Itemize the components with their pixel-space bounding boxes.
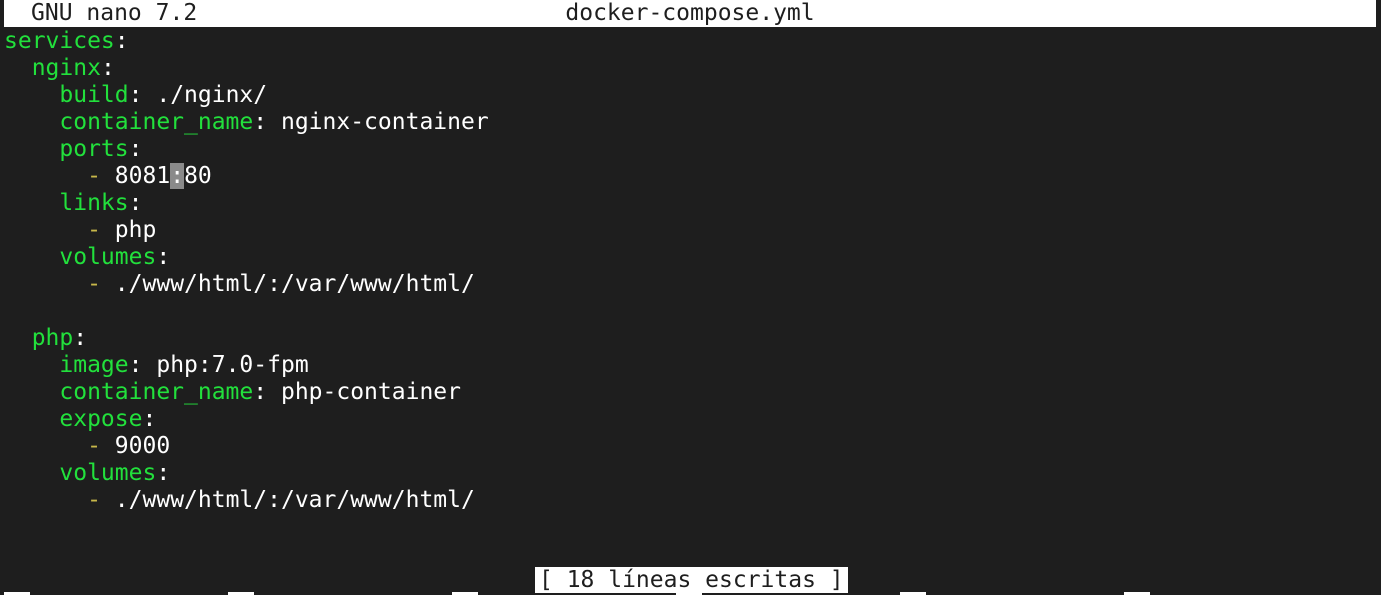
- editor-text-area[interactable]: services: nginx: build: ./nginx/ contain…: [4, 28, 1376, 514]
- yaml-colon: :: [100, 55, 115, 81]
- yaml-key: ports: [59, 136, 129, 162]
- editor-line[interactable]: container_name: nginx-container: [4, 109, 1376, 136]
- yaml-list-dash: -: [87, 163, 101, 189]
- editor-line[interactable]: php:: [4, 325, 1376, 352]
- yaml-key: image: [59, 352, 129, 378]
- yaml-key: nginx: [31, 55, 101, 81]
- editor-line[interactable]: - 8081:80: [4, 163, 1376, 190]
- yaml-key: php: [31, 325, 74, 351]
- yaml-key: services: [4, 28, 115, 54]
- yaml-colon: :: [128, 352, 143, 378]
- yaml-key: container_name: [59, 379, 254, 405]
- yaml-key: container_name: [59, 109, 254, 135]
- yaml-colon: :: [114, 28, 129, 54]
- yaml-key: expose: [59, 406, 143, 432]
- yaml-colon: :: [73, 325, 88, 351]
- editor-line[interactable]: volumes:: [4, 460, 1376, 487]
- yaml-value: 8081: [100, 163, 171, 189]
- editor-line[interactable]: - ./www/html/:/var/www/html/: [4, 271, 1376, 298]
- text-cursor: :: [170, 163, 185, 189]
- editor-line[interactable]: - 9000: [4, 433, 1376, 460]
- yaml-value: 9000: [100, 433, 171, 459]
- yaml-value: nginx-container: [267, 109, 489, 135]
- yaml-colon: :: [128, 82, 143, 108]
- yaml-colon: :: [253, 109, 268, 135]
- yaml-key: build: [59, 82, 129, 108]
- yaml-colon: :: [128, 190, 143, 216]
- yaml-value: ./www/html/:/var/www/html/: [100, 271, 475, 297]
- yaml-list-dash: -: [87, 487, 101, 513]
- editor-line[interactable]: - ./www/html/:/var/www/html/: [4, 487, 1376, 514]
- editor-line[interactable]: ports:: [4, 136, 1376, 163]
- yaml-value: ./www/html/:/var/www/html/: [100, 487, 475, 513]
- yaml-colon: :: [142, 406, 157, 432]
- yaml-colon: :: [128, 136, 143, 162]
- yaml-key: links: [59, 190, 129, 216]
- yaml-key: volumes: [59, 244, 157, 270]
- editor-line[interactable]: nginx:: [4, 55, 1376, 82]
- editor-line[interactable]: services:: [4, 28, 1376, 55]
- editor-line[interactable]: build: ./nginx/: [4, 82, 1376, 109]
- editor-line[interactable]: [4, 298, 1376, 325]
- file-name: docker-compose.yml: [565, 0, 815, 26]
- yaml-value: ./nginx/: [142, 82, 268, 108]
- editor-line[interactable]: image: php:7.0-fpm: [4, 352, 1376, 379]
- yaml-list-dash: -: [87, 433, 101, 459]
- yaml-key: volumes: [59, 460, 157, 486]
- editor-line[interactable]: volumes:: [4, 244, 1376, 271]
- editor-line[interactable]: container_name: php-container: [4, 379, 1376, 406]
- yaml-value-rest: 80: [184, 163, 212, 189]
- yaml-colon: :: [156, 244, 171, 270]
- yaml-list-dash: -: [87, 271, 101, 297]
- editor-line[interactable]: links:: [4, 190, 1376, 217]
- title-bar: GNU nano 7.2 docker-compose.yml: [4, 0, 1376, 27]
- status-message: [ 18 líneas escritas ]: [535, 567, 848, 593]
- editor-line[interactable]: expose:: [4, 406, 1376, 433]
- yaml-colon: :: [253, 379, 268, 405]
- yaml-list-dash: -: [87, 217, 101, 243]
- editor-line[interactable]: - php: [4, 217, 1376, 244]
- yaml-value: php: [100, 217, 157, 243]
- yaml-colon: :: [156, 460, 171, 486]
- yaml-value: php:7.0-fpm: [142, 352, 309, 378]
- yaml-value: php-container: [267, 379, 461, 405]
